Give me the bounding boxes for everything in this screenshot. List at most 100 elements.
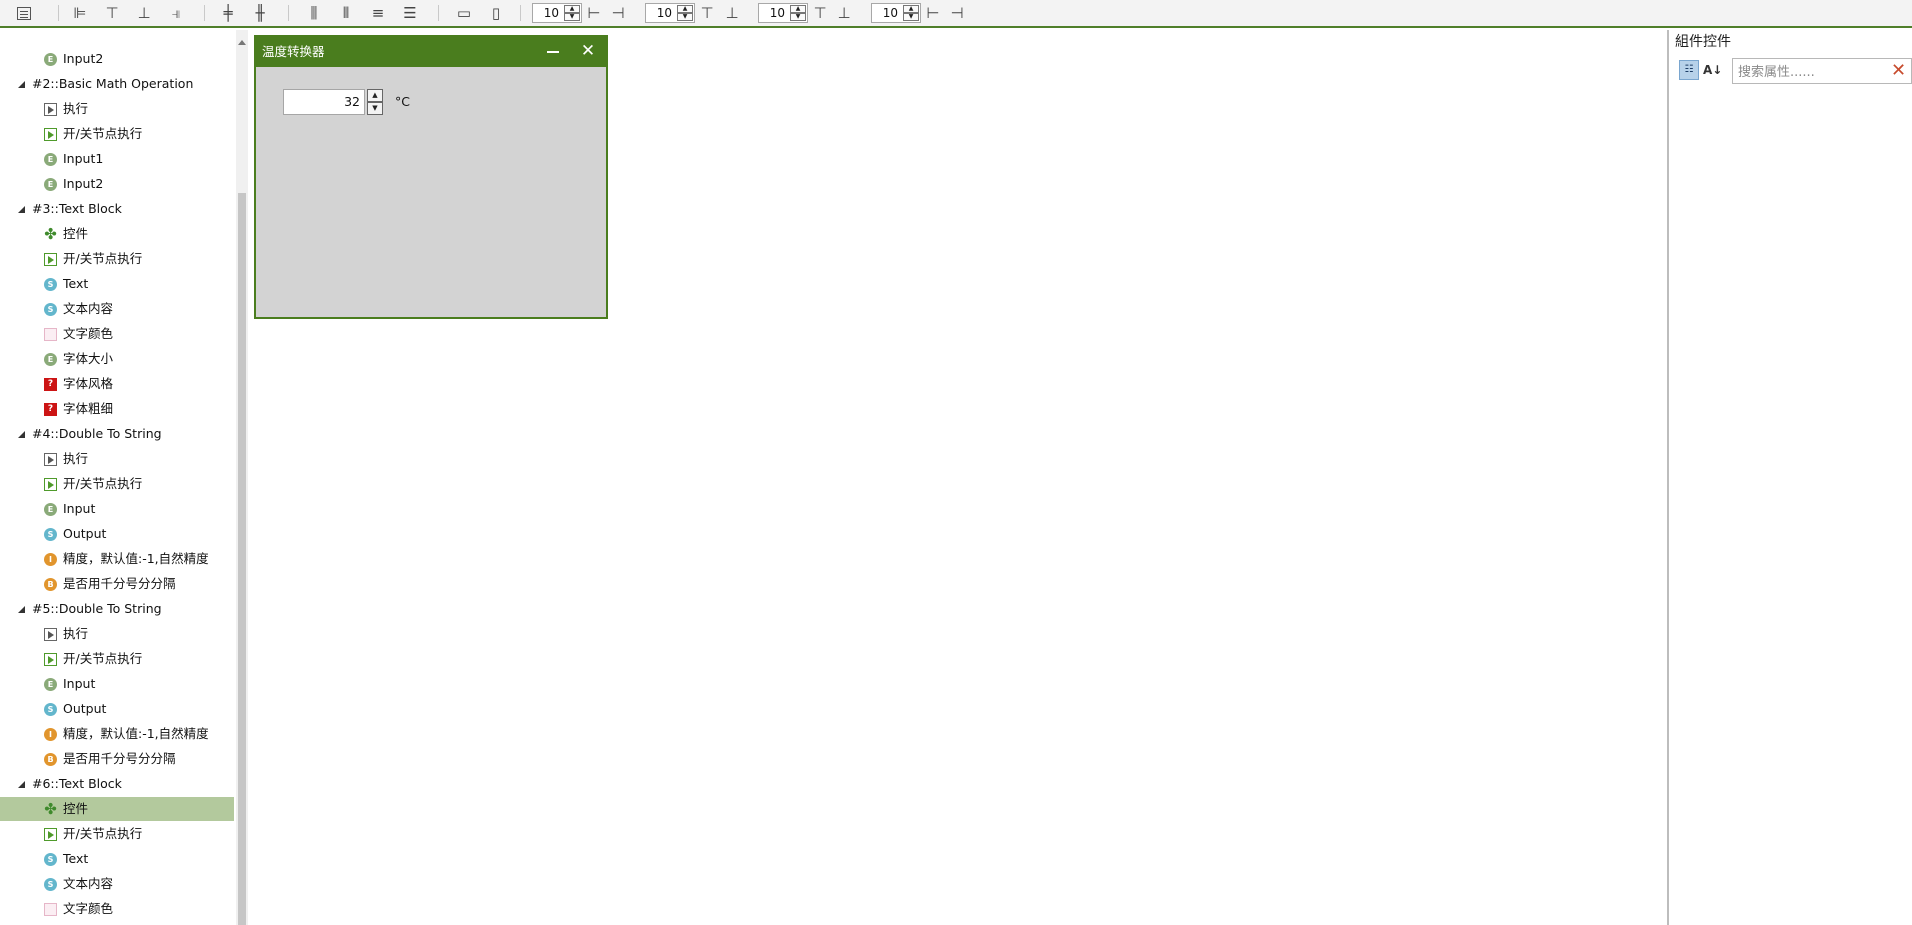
margin-vertical-stepper[interactable]: 10 ▲ ▼ bbox=[871, 3, 921, 23]
distribute-horizontal-alt-icon[interactable]: ⫴ bbox=[336, 4, 356, 22]
window-titlebar[interactable]: 温度转换器 ✕ bbox=[256, 37, 606, 67]
tree-property-item[interactable]: E Input2 bbox=[0, 47, 234, 71]
stepper-up-icon[interactable]: ▲ bbox=[564, 5, 580, 13]
layout-list-icon[interactable] bbox=[14, 4, 34, 22]
align-left-icon[interactable]: ⊫ bbox=[70, 4, 90, 22]
tree-property-item[interactable]: S 文本内容 bbox=[0, 872, 234, 896]
stepper-up-icon[interactable]: ▲ bbox=[903, 5, 919, 13]
tree-property-item[interactable]: 执行 bbox=[0, 97, 234, 121]
align-bottom-icon[interactable]: ⊥ bbox=[134, 4, 154, 22]
distribute-horizontal-icon[interactable]: ⫼ bbox=[304, 4, 324, 22]
tree-property-item[interactable]: B 是否用千分号分分隔 bbox=[0, 747, 234, 771]
tree-property-item[interactable]: E 字体大小 bbox=[0, 347, 234, 371]
string-type-icon: S bbox=[44, 878, 57, 891]
tree-property-item[interactable]: E Input bbox=[0, 497, 234, 521]
tree-property-item[interactable]: 开/关节点执行 bbox=[0, 647, 234, 671]
panel-title: 組件控件 bbox=[1675, 34, 1731, 50]
tree-property-item[interactable]: ? 字体粗细 bbox=[0, 397, 234, 421]
stepper-down-icon[interactable]: ▼ bbox=[790, 13, 806, 21]
center-vertical-icon[interactable]: ╫ bbox=[250, 4, 270, 22]
tree-group-node[interactable]: #4::Double To String bbox=[0, 422, 234, 446]
close-icon[interactable]: ✕ bbox=[580, 43, 596, 60]
stepper-arrows[interactable]: ▲ ▼ bbox=[903, 5, 919, 21]
property-search-input[interactable] bbox=[1736, 61, 1880, 83]
minimize-icon[interactable] bbox=[547, 51, 559, 53]
tree-group-node[interactable]: #5::Double To String bbox=[0, 597, 234, 621]
tree-property-item[interactable]: 开/关节点执行 bbox=[0, 822, 234, 846]
tree-property-item[interactable]: ✤ 控件 bbox=[0, 222, 234, 246]
tree-property-item[interactable]: 文字颜色 bbox=[0, 322, 234, 346]
tree-property-item[interactable]: 执行 bbox=[0, 447, 234, 471]
decrease-horizontal-spacing-icon[interactable]: ⊣ bbox=[608, 4, 628, 22]
sort-alphabetical-icon[interactable]: A↓ bbox=[1703, 60, 1722, 80]
same-height-icon[interactable]: ▭ bbox=[454, 4, 474, 22]
temperature-input[interactable]: 32 bbox=[283, 89, 365, 115]
tree-item-label: 开/关节点执行 bbox=[63, 251, 143, 266]
expand-arrow-icon[interactable] bbox=[18, 781, 25, 788]
stepper-down-icon[interactable]: ▼ bbox=[367, 102, 383, 115]
stepper-up-icon[interactable]: ▲ bbox=[367, 89, 383, 102]
property-search-box[interactable]: ✕ bbox=[1732, 58, 1912, 84]
tree-property-item[interactable]: 开/关节点执行 bbox=[0, 122, 234, 146]
increase-horizontal-spacing-icon[interactable]: ⊢ bbox=[584, 4, 604, 22]
tree-property-item[interactable]: S Text bbox=[0, 272, 234, 296]
horizontal-spacing-stepper[interactable]: 10 ▲ ▼ bbox=[532, 3, 582, 23]
distribute-vertical-icon[interactable]: ≡ bbox=[368, 4, 388, 22]
preview-window[interactable]: 温度转换器 ✕ 32 ▲ ▼ °C bbox=[254, 35, 608, 319]
tree-group-node[interactable]: #6::Text Block bbox=[0, 772, 234, 796]
align-top-icon[interactable]: ⊤ bbox=[102, 4, 122, 22]
decrease-vertical-spacing-icon[interactable]: ⊥ bbox=[722, 4, 742, 22]
tree-property-item[interactable]: S Output bbox=[0, 522, 234, 546]
scroll-up-icon[interactable] bbox=[238, 40, 246, 45]
tree-property-item[interactable]: 执行 bbox=[0, 622, 234, 646]
margin-bottom-icon[interactable]: ⊥ bbox=[834, 4, 854, 22]
margin-horizontal-stepper[interactable]: 10 ▲ ▼ bbox=[758, 3, 808, 23]
execute-icon bbox=[44, 453, 57, 466]
tree-group-node[interactable]: #2::Basic Math Operation bbox=[0, 72, 234, 96]
same-width-icon[interactable]: ▯ bbox=[486, 4, 506, 22]
tree-property-item[interactable]: ? 字体风格 bbox=[0, 372, 234, 396]
tree-property-item[interactable]: I 精度，默认值:-1,自然精度 bbox=[0, 722, 234, 746]
tree-property-item[interactable]: E Input2 bbox=[0, 172, 234, 196]
control-puzzle-icon: ✤ bbox=[44, 225, 57, 243]
expand-arrow-icon[interactable] bbox=[18, 81, 25, 88]
stepper-up-icon[interactable]: ▲ bbox=[790, 5, 806, 13]
stepper-up-icon[interactable]: ▲ bbox=[677, 5, 693, 13]
stepper-down-icon[interactable]: ▼ bbox=[564, 13, 580, 21]
tree-property-item[interactable]: B 是否用千分号分分隔 bbox=[0, 572, 234, 596]
center-horizontal-icon[interactable]: ╪ bbox=[218, 4, 238, 22]
vertical-spacing-stepper[interactable]: 10 ▲ ▼ bbox=[645, 3, 695, 23]
temperature-stepper[interactable]: ▲ ▼ bbox=[367, 89, 383, 115]
increase-vertical-spacing-icon[interactable]: ⊤ bbox=[697, 4, 717, 22]
tree-property-item[interactable]: E Input bbox=[0, 672, 234, 696]
margin-left-icon[interactable]: ⊢ bbox=[923, 4, 943, 22]
tree-property-item[interactable]: ✤ 控件 bbox=[0, 797, 234, 821]
expand-arrow-icon[interactable] bbox=[18, 431, 25, 438]
tree-property-item[interactable]: E Input1 bbox=[0, 147, 234, 171]
tree-property-item[interactable]: S Text bbox=[0, 847, 234, 871]
tree-property-item[interactable]: 开/关节点执行 bbox=[0, 247, 234, 271]
scroll-thumb[interactable] bbox=[238, 193, 246, 925]
tree-property-item[interactable]: S Output bbox=[0, 697, 234, 721]
stepper-arrows[interactable]: ▲ ▼ bbox=[677, 5, 693, 21]
stepper-arrows[interactable]: ▲ ▼ bbox=[564, 5, 580, 21]
margin-right-icon[interactable]: ⊣ bbox=[947, 4, 967, 22]
align-right-icon[interactable]: ⫣ bbox=[166, 4, 186, 22]
stepper-down-icon[interactable]: ▼ bbox=[903, 13, 919, 21]
tree-property-item[interactable]: 文字颜色 bbox=[0, 897, 234, 921]
tree-property-item[interactable]: S 文本内容 bbox=[0, 297, 234, 321]
margin-top-icon[interactable]: ⊤ bbox=[810, 4, 830, 22]
distribute-vertical-alt-icon[interactable]: ☰ bbox=[400, 4, 420, 22]
stepper-arrows[interactable]: ▲ ▼ bbox=[790, 5, 806, 21]
tree-property-item[interactable]: I 精度，默认值:-1,自然精度 bbox=[0, 547, 234, 571]
clear-search-icon[interactable]: ✕ bbox=[1891, 60, 1906, 82]
expand-arrow-icon[interactable] bbox=[18, 606, 25, 613]
tree-property-item[interactable]: 开/关节点执行 bbox=[0, 472, 234, 496]
expand-arrow-icon[interactable] bbox=[18, 206, 25, 213]
stepper-down-icon[interactable]: ▼ bbox=[677, 13, 693, 21]
categorized-view-icon[interactable]: ☷ bbox=[1679, 60, 1699, 80]
tree-scrollbar[interactable] bbox=[236, 30, 248, 925]
tree-group-node[interactable]: #3::Text Block bbox=[0, 197, 234, 221]
toggle-execute-icon bbox=[44, 828, 57, 841]
tree-item-label: 字体风格 bbox=[63, 376, 114, 391]
